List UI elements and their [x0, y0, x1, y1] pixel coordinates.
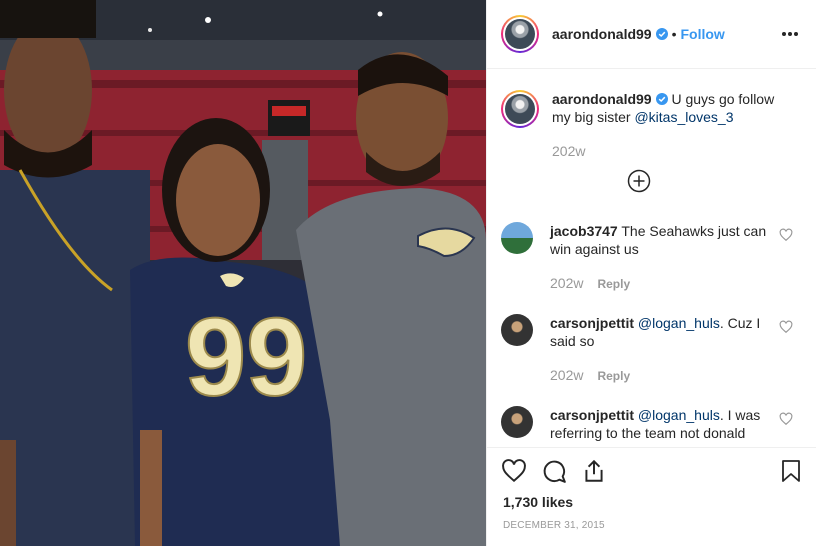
likes-count[interactable]: 1,730 likes [503, 494, 573, 510]
action-icons [501, 458, 803, 488]
post-actions: 1,730 likes DECEMBER 31, 2015 [487, 447, 816, 546]
comment-mention[interactable]: @logan_huls [638, 315, 720, 331]
share-icon[interactable] [581, 458, 607, 484]
verified-badge-icon [655, 93, 668, 105]
comment-body: carsonjpettit @logan_huls. Cuz I said so… [550, 314, 772, 385]
caption-avatar[interactable] [501, 90, 539, 128]
follow-button[interactable]: Follow [681, 26, 725, 42]
reply-button[interactable]: Reply [597, 277, 630, 291]
post-caption: aarondonald99 U guys go follow my big si… [487, 70, 816, 160]
author-username[interactable]: aarondonald99 [552, 26, 652, 42]
commenter-avatar[interactable] [501, 406, 533, 438]
caption-mention[interactable]: @kitas_loves_3 [634, 109, 733, 125]
comments-list[interactable]: aarondonald99 U guys go follow my big si… [487, 70, 816, 446]
comment-timestamp[interactable]: 202w [550, 275, 583, 291]
author-avatar[interactable] [501, 15, 539, 53]
comment-item: jacob3747 The Seahawks just can win agai… [501, 222, 803, 293]
comment-username[interactable]: jacob3747 [550, 223, 618, 239]
bookmark-icon[interactable] [779, 458, 803, 484]
heart-icon[interactable] [779, 228, 793, 242]
heart-icon[interactable] [779, 412, 793, 426]
photo-illustration: 99 [0, 0, 486, 546]
comment-timestamp[interactable]: 202w [550, 367, 583, 383]
heart-icon[interactable] [779, 320, 793, 334]
commenter-avatar[interactable] [501, 222, 533, 254]
commenter-avatar[interactable] [501, 314, 533, 346]
reply-button[interactable]: Reply [597, 369, 630, 383]
comment-meta: 202w Reply [550, 366, 772, 385]
heart-icon[interactable] [501, 458, 527, 484]
more-options-icon[interactable] [780, 24, 800, 44]
instagram-post: 99 aarondonald99 • Follow aarondonald99 … [0, 0, 816, 546]
plus-circle-icon[interactable] [627, 169, 651, 193]
caption-body: aarondonald99 U guys go follow my big si… [552, 90, 782, 160]
comment-username[interactable]: carsonjpettit [550, 315, 634, 331]
post-photo[interactable]: 99 [0, 0, 486, 546]
header-separator: • [671, 26, 677, 42]
comment-meta: 202w Reply [550, 274, 772, 293]
caption-username[interactable]: aarondonald99 [552, 91, 652, 107]
comment-item: carsonjpettit @logan_huls. I was referri… [501, 406, 803, 442]
jersey-number: 99 [185, 296, 307, 419]
verified-badge-icon [655, 28, 668, 40]
comment-body: carsonjpettit @logan_huls. I was referri… [550, 406, 772, 442]
comment-icon[interactable] [541, 458, 567, 484]
comment-mention[interactable]: @logan_huls [638, 407, 720, 423]
post-date[interactable]: DECEMBER 31, 2015 [503, 520, 605, 531]
comment-body: jacob3747 The Seahawks just can win agai… [550, 222, 772, 293]
post-sidebar: aarondonald99 • Follow aarondonald99 U g… [486, 0, 816, 546]
comment-item: carsonjpettit @logan_huls. Cuz I said so… [501, 314, 803, 385]
post-header: aarondonald99 • Follow [487, 0, 816, 69]
comment-username[interactable]: carsonjpettit [550, 407, 634, 423]
caption-timestamp[interactable]: 202w [552, 142, 782, 160]
